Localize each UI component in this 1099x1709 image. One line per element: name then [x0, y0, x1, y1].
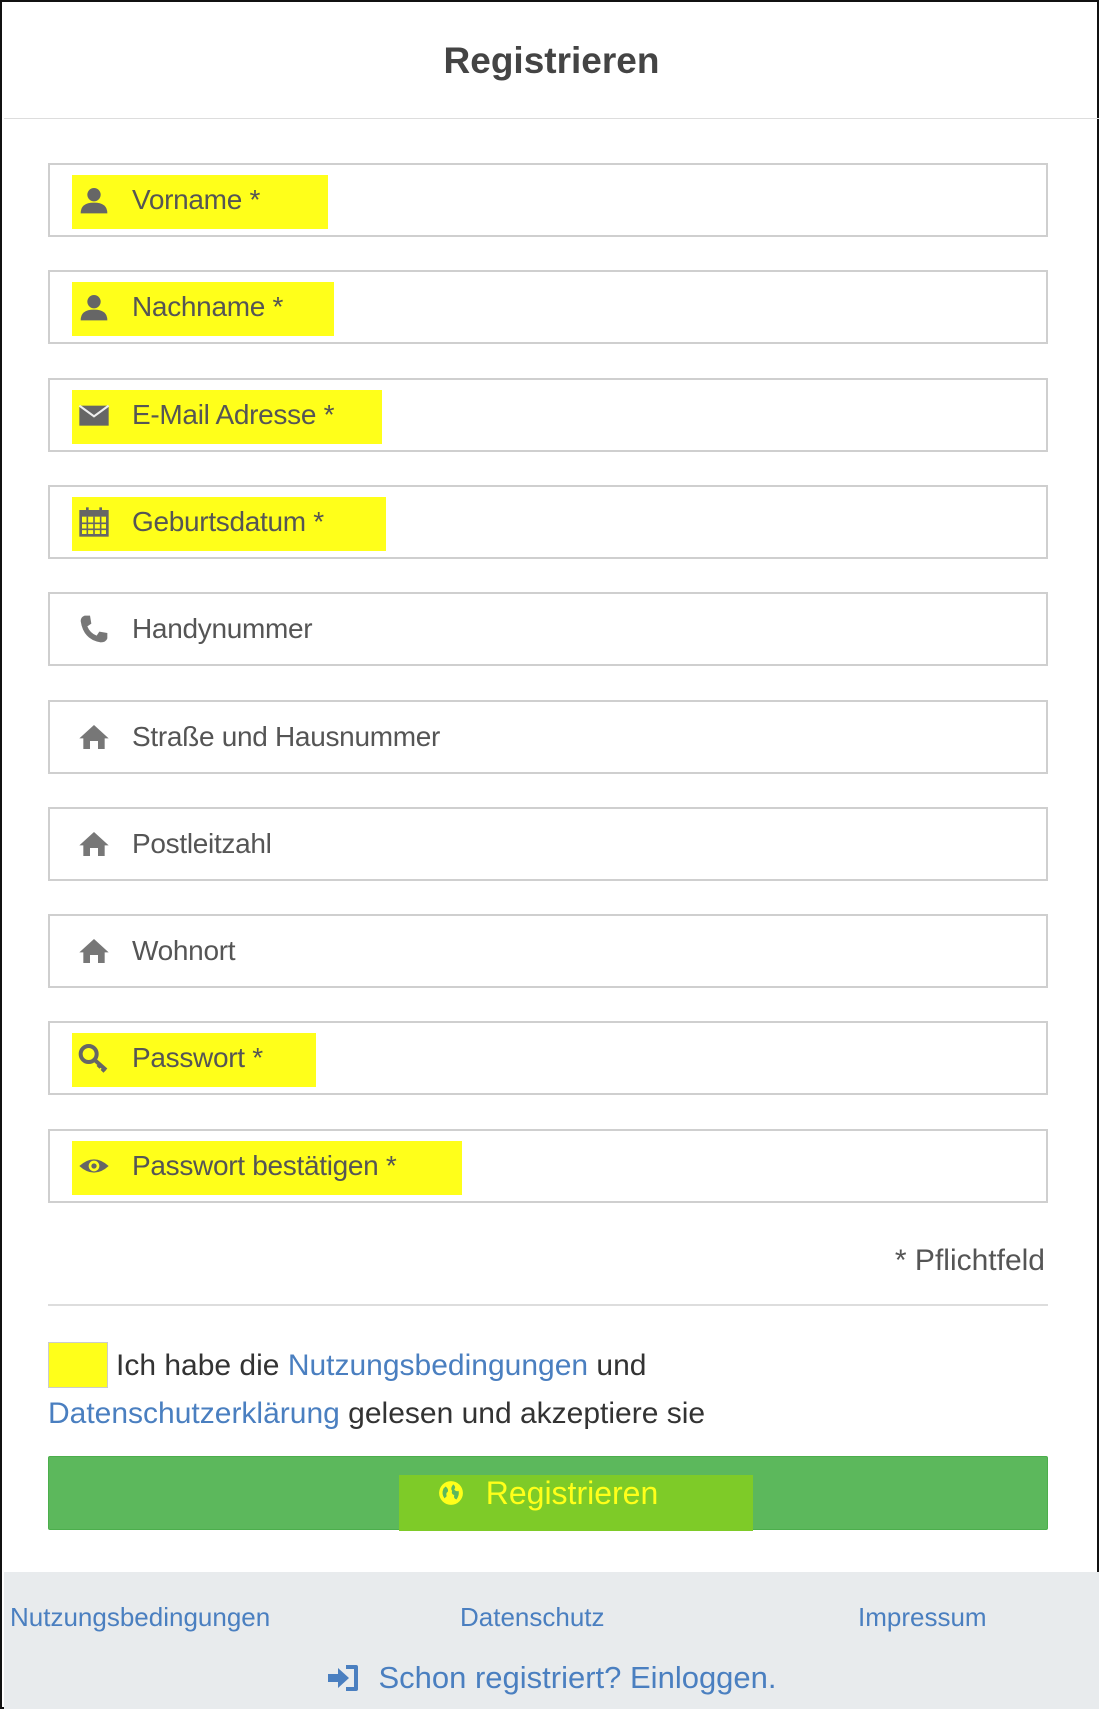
- terms-text: Ich habe die Nutzungsbedingungen und Dat…: [48, 1342, 1048, 1438]
- footer: Nutzungsbedingungen Datenschutz Impressu…: [4, 1572, 1099, 1709]
- nachname-field[interactable]: Nachname *: [48, 270, 1048, 345]
- field-placeholder: Passwort *: [132, 1042, 263, 1074]
- field-placeholder: Wohnort: [132, 935, 236, 967]
- field-placeholder: Geburtsdatum *: [132, 505, 324, 537]
- sign-in-icon: [328, 1665, 359, 1691]
- field-placeholder: Vorname *: [132, 184, 261, 215]
- register-button-label: Registrieren: [485, 1474, 659, 1511]
- terms-text-1: Ich habe die: [116, 1349, 280, 1382]
- login-link[interactable]: Schon registriert? Einloggen.: [4, 1660, 1099, 1696]
- field-placeholder: E-Mail Adresse *: [132, 398, 335, 430]
- globe-icon: [438, 1481, 463, 1505]
- divider: [48, 1304, 1048, 1306]
- geburtsdatum-field[interactable]: Geburtsdatum *: [48, 484, 1048, 559]
- calendar-icon: [74, 502, 114, 542]
- field-placeholder: Straße und Hausnummer: [132, 720, 441, 752]
- terms-link[interactable]: Nutzungsbedingungen: [288, 1349, 588, 1382]
- page-title: Registrieren: [443, 40, 660, 81]
- terms-text-3: gelesen und akzeptiere sie: [348, 1397, 706, 1430]
- key-icon: [74, 1038, 114, 1078]
- footer-link-imprint[interactable]: Impressum: [858, 1602, 987, 1633]
- home-icon: [74, 931, 114, 971]
- registration-page: Registrieren Vorname * Nachname * E-Mail A…: [0, 0, 1099, 1709]
- privacy-link[interactable]: Datenschutzerklärung: [48, 1397, 340, 1430]
- required-note: * Pflichtfeld: [894, 1244, 1045, 1277]
- eye-icon: [74, 1146, 114, 1186]
- terms-text-2: und: [596, 1349, 647, 1382]
- phone-icon: [74, 609, 114, 649]
- postleitzahl-field[interactable]: Postleitzahl: [48, 806, 1048, 881]
- home-icon: [74, 824, 114, 864]
- register-button[interactable]: Registrieren: [48, 1456, 1048, 1531]
- email-field[interactable]: E-Mail Adresse *: [48, 377, 1048, 452]
- strasse-field[interactable]: Straße und Hausnummer: [48, 699, 1048, 774]
- page-header: Registrieren: [4, 4, 1099, 119]
- footer-link-privacy[interactable]: Datenschutz: [460, 1602, 605, 1633]
- handynummer-field[interactable]: Handynummer: [48, 592, 1048, 667]
- passwort-bestaetigen-field[interactable]: Passwort bestätigen *: [48, 1128, 1048, 1203]
- vorname-field[interactable]: Vorname *: [48, 163, 1048, 237]
- field-placeholder: Passwort bestätigen *: [132, 1149, 397, 1181]
- passwort-field[interactable]: Passwort *: [48, 1021, 1048, 1096]
- field-placeholder: Handynummer: [132, 613, 313, 645]
- login-label: Schon registriert? Einloggen.: [378, 1660, 777, 1695]
- home-icon: [74, 717, 114, 757]
- envelope-icon: [74, 395, 114, 435]
- field-placeholder: Postleitzahl: [132, 827, 272, 859]
- user-icon: [74, 180, 114, 220]
- footer-link-terms[interactable]: Nutzungsbedingungen: [10, 1602, 270, 1633]
- wohnort-field[interactable]: Wohnort: [48, 914, 1048, 989]
- user-icon: [74, 287, 114, 327]
- field-placeholder: Nachname *: [132, 291, 284, 323]
